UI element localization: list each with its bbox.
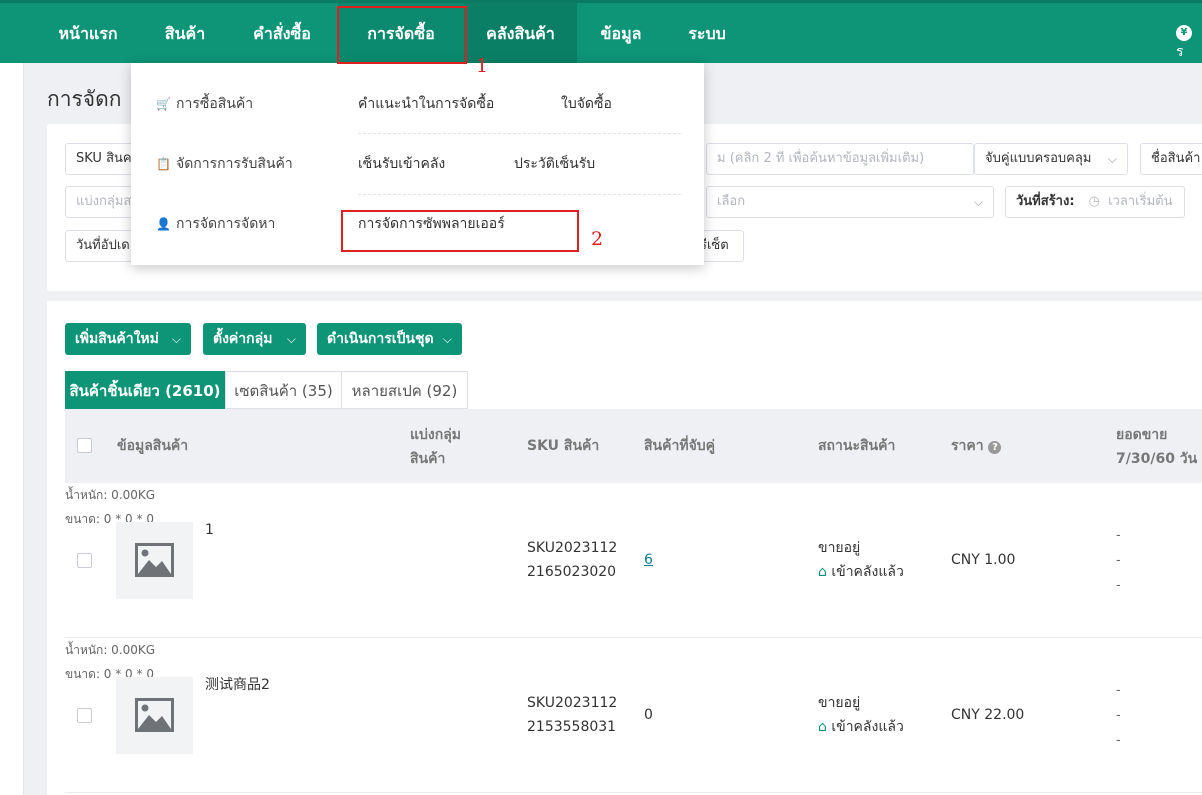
user-gear-icon: 👤: [156, 217, 171, 231]
nav-products[interactable]: สินค้า: [145, 3, 225, 63]
clock-icon: ◷: [1088, 194, 1101, 209]
currency-label: ร: [1176, 44, 1184, 60]
tab-single-products[interactable]: สินค้าชิ้นเดียว (2610): [65, 371, 225, 409]
product-weight: น้ำหนัก: 0.00KG: [65, 643, 156, 657]
header-price: ราคา ?: [951, 434, 1002, 458]
help-icon[interactable]: ?: [988, 441, 1002, 454]
chevron-down-icon: ⌵: [442, 332, 452, 346]
header-paired-products: สินค้าที่จับคู่: [644, 438, 716, 454]
product-sku: SKU2023112 2153558031: [527, 695, 618, 735]
annotation-number-1: 1: [476, 55, 489, 77]
category-receive: 📋 จัดการการรับสินค้า: [156, 156, 293, 172]
product-price: CNY 1.00: [951, 552, 1016, 568]
chevron-down-icon: ⌵: [973, 195, 983, 209]
warehouse-icon: ⌂: [818, 719, 827, 735]
menu-purchase-advice[interactable]: คำแนะนำในการจัดซื้อ: [358, 93, 494, 115]
category-purchase: 🛒 การซื้อสินค้า: [156, 96, 254, 112]
top-nav: หน้าแรก สินค้า คำสั่งซื้อ การจัดซื้อ คลั…: [0, 0, 1202, 63]
image-placeholder-icon: [135, 698, 174, 732]
start-time-placeholder: เวลาเริ่มต้น: [1108, 194, 1173, 209]
page-title: การจัดก: [47, 87, 122, 111]
set-group-button[interactable]: ตั้งค่ากลุ่ม ⌵: [203, 323, 306, 355]
product-status: ขายอยู่ ⌂ เข้าคลังแล้ว: [818, 540, 904, 580]
product-list-panel: เพิ่มสินค้าใหม่ ⌵ ตั้งค่ากลุ่ม ⌵ ดำเนินการ…: [47, 301, 1202, 795]
sales-figures: ---: [1116, 683, 1121, 748]
table-header: ข้อมูลสินค้า แบ่งกลุ่ม สินค้า SKU สินค้า …: [65, 409, 1202, 483]
product-name-select[interactable]: ชื่อสินค้า: [1140, 143, 1202, 175]
header-product-info: ข้อมูลสินค้า: [117, 438, 189, 454]
tab-multi-spec[interactable]: หลายสเปค (92): [341, 371, 468, 409]
menu-receive-sign[interactable]: เซ็นรับเข้าคลัง: [358, 153, 445, 175]
menu-divider: [358, 194, 681, 195]
table-row: 测试商品2 น้ำหนัก: 0.00KG ขนาด: 0 * 0 * 0 SK…: [65, 638, 1202, 793]
annotation-box-2: [341, 210, 579, 252]
chevron-down-icon: ⌵: [1107, 152, 1117, 166]
product-weight: น้ำหนัก: 0.00KG: [65, 488, 156, 502]
nav-warehouse[interactable]: คลังสินค้า: [464, 3, 577, 63]
search-input[interactable]: ม (คลิก 2 ที เพื่อค้นหาข้อมูลเพิ่มเติม): [706, 143, 974, 175]
nav-data[interactable]: ข้อมูล: [584, 3, 658, 63]
match-mode-select[interactable]: จับคู่แบบครอบคลุม ⌵: [974, 143, 1128, 175]
option-select-placeholder: เลือก: [717, 194, 746, 209]
product-name: 1: [205, 522, 214, 538]
clipboard-check-icon: 📋: [156, 157, 171, 171]
created-date-range[interactable]: วันที่สร้าง: ◷ เวลาเริ่มต้น: [1005, 186, 1185, 218]
match-mode-value: จับคู่แบบครอบคลุม: [985, 151, 1092, 166]
menu-receive-history[interactable]: ประวัติเซ็นรับ: [514, 153, 595, 175]
paired-count-link[interactable]: 6: [644, 548, 653, 572]
category-sourcing: 👤 การจัดการจัดหา: [156, 216, 276, 232]
cart-icon: 🛒: [156, 97, 171, 111]
row-checkbox[interactable]: [77, 553, 92, 568]
header-sales: ยอดขาย 7/30/60 วัน: [1116, 427, 1198, 467]
header-status: สถานะสินค้า: [818, 438, 896, 454]
header-group: แบ่งกลุ่ม สินค้า: [410, 427, 462, 467]
product-status: ขายอยู่ ⌂ เข้าคลังแล้ว: [818, 695, 904, 735]
row-checkbox[interactable]: [77, 708, 92, 723]
product-image-placeholder: [116, 522, 193, 599]
header-sku: SKU สินค้า: [527, 438, 600, 454]
table-row: 1 น้ำหนัก: 0.00KG ขนาด: 0 * 0 * 0 SKU202…: [65, 483, 1202, 638]
sales-figures: ---: [1116, 528, 1121, 593]
menu-purchase-order[interactable]: ใบจัดซื้อ: [561, 93, 612, 115]
menu-divider: [358, 133, 681, 134]
chevron-down-icon: ⌵: [171, 332, 181, 346]
currency-menu[interactable]: ¥ ร: [1176, 23, 1198, 60]
product-price: CNY 22.00: [951, 707, 1025, 723]
created-date-label: วันที่สร้าง:: [1016, 194, 1075, 209]
nav-system[interactable]: ระบบ: [672, 3, 742, 63]
product-image-placeholder: [116, 677, 193, 754]
batch-action-button[interactable]: ดำเนินการเป็นชุด ⌵: [317, 323, 462, 355]
left-sidebar-collapsed: [0, 63, 24, 795]
add-product-button[interactable]: เพิ่มสินค้าใหม่ ⌵: [65, 323, 191, 355]
image-placeholder-icon: [135, 543, 174, 577]
warehouse-icon: ⌂: [818, 564, 827, 580]
yen-coin-icon: ¥: [1176, 25, 1192, 41]
nav-orders[interactable]: คำสั่งซื้อ: [232, 3, 332, 63]
product-sku: SKU2023112 2165023020: [527, 540, 618, 580]
paired-count: 0: [644, 707, 653, 723]
option-select[interactable]: เลือก ⌵: [706, 186, 994, 218]
product-size: ขนาด: 0 * 0 * 0: [65, 512, 154, 526]
chevron-down-icon: ⌵: [286, 332, 296, 346]
tab-product-sets[interactable]: เซตสินค้า (35): [225, 371, 342, 409]
annotation-box-1: [337, 6, 467, 64]
annotation-number-2: 2: [591, 228, 604, 250]
product-name: 测试商品2: [205, 677, 270, 693]
nav-home[interactable]: หน้าแรก: [38, 3, 138, 63]
select-all-checkbox[interactable]: [77, 438, 92, 453]
